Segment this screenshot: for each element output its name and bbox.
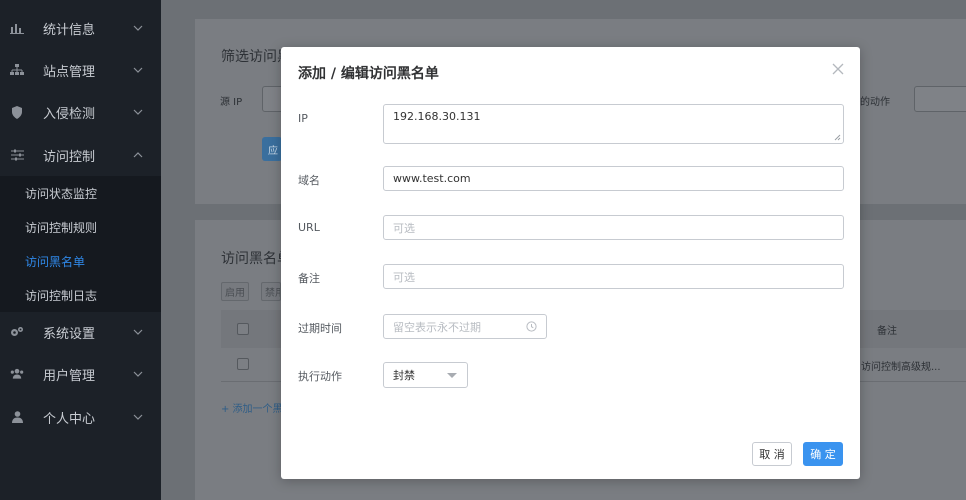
apply-filter-button[interactable]: 应 [262,137,282,161]
sidebar-item-users[interactable]: 用户管理 [0,353,161,395]
action-filter-label: 的动作 [860,97,890,108]
chevron-down-icon [133,414,143,420]
ip-textarea[interactable]: 192.168.30.131 [383,104,844,144]
clock-icon [526,321,537,332]
chevron-down-icon [133,371,143,377]
blacklist-edit-dialog: 添加 / 编辑访问黑名单 IP 192.168.30.131 域名 www.te… [281,47,860,479]
sidebar-item-label: 系统设置 [43,326,96,342]
sidebar-item-access-control[interactable]: 访问控制 [0,134,161,176]
column-remark: 备注 [877,326,897,337]
domain-input[interactable]: www.test.com [383,166,844,191]
disable-tag[interactable]: 禁用 [261,282,281,301]
sidebar-item-label: 统计信息 [43,22,96,38]
domain-label: 域名 [298,174,320,187]
sidebar-item-system-settings[interactable]: 系统设置 [0,311,161,353]
sidebar-item-profile[interactable]: 个人中心 [0,396,161,438]
caret-down-icon [447,373,457,378]
sidebar-item-label: 入侵检测 [43,106,96,122]
sidebar-subitem-rules[interactable]: 访问控制规则 [25,219,97,236]
confirm-button[interactable]: 确 定 [803,442,843,466]
sidebar-subitem-status-monitor[interactable]: 访问状态监控 [25,185,97,202]
cancel-button[interactable]: 取 消 [752,442,792,466]
row-remark: 访问控制高级规... [861,362,941,373]
sidebar-item-label: 个人中心 [43,411,96,427]
url-input[interactable]: 可选 [383,215,844,240]
bar-chart-icon [10,21,24,35]
users-icon [10,367,24,381]
add-blacklist-link[interactable]: + 添加一个黑 [221,400,281,415]
action-select[interactable]: 封禁 [383,362,468,388]
resize-handle-icon[interactable] [834,134,841,141]
blacklist-title: 访问黑名单 [221,251,281,267]
ip-label: IP [298,112,308,125]
chevron-down-icon [133,109,143,115]
chevron-down-icon [133,25,143,31]
sliders-icon [10,148,24,162]
sidebar-item-sites[interactable]: 站点管理 [0,49,161,91]
gears-icon [10,325,24,339]
close-icon[interactable] [831,62,845,76]
chevron-down-icon [133,329,143,335]
sidebar-item-label: 站点管理 [43,64,96,80]
sidebar-item-label: 用户管理 [43,368,96,384]
row-checkbox[interactable] [237,358,249,370]
url-label: URL [298,221,320,234]
source-ip-label: 源 IP [220,97,243,108]
sidebar-item-statistics[interactable]: 统计信息 [0,7,161,49]
sidebar: 统计信息 站点管理 入侵检测 访问控制 访问状态监控 访问控制规则 访问黑名单 … [0,0,161,500]
access-control-submenu: 访问状态监控 访问控制规则 访问黑名单 访问控制日志 [0,176,161,312]
remark-label: 备注 [298,272,320,285]
sidebar-item-intrusion[interactable]: 入侵检测 [0,91,161,133]
chevron-down-icon [133,67,143,73]
remark-input[interactable]: 可选 [383,264,844,289]
expire-date-picker[interactable]: 留空表示永不过期 [383,314,547,339]
shield-icon [10,105,24,119]
user-icon [10,410,24,424]
sitemap-icon [10,63,24,77]
select-all-checkbox[interactable] [237,323,249,335]
action-filter-select[interactable] [914,86,966,112]
expire-label: 过期时间 [298,322,342,335]
dialog-title: 添加 / 编辑访问黑名单 [298,66,439,82]
chevron-up-icon [133,152,143,158]
enable-tag[interactable]: 启用 [221,282,249,301]
action-label: 执行动作 [298,370,342,383]
sidebar-item-label: 访问控制 [43,149,96,165]
sidebar-subitem-logs[interactable]: 访问控制日志 [25,287,97,304]
sidebar-subitem-blacklist[interactable]: 访问黑名单 [25,253,85,270]
